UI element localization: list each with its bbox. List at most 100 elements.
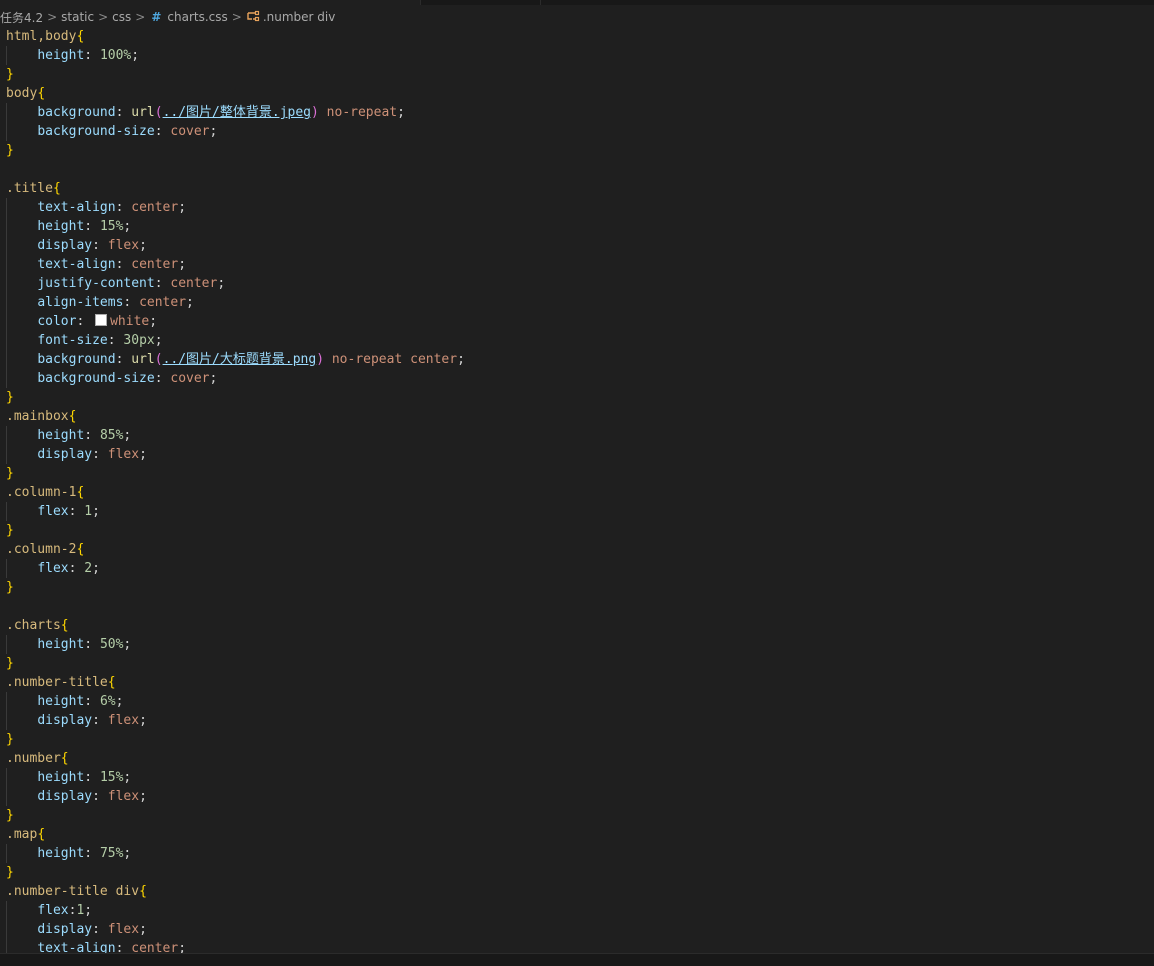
code-token: no-repeat xyxy=(331,352,403,367)
code-token: background-size xyxy=(37,124,155,139)
code-token: : xyxy=(92,447,108,462)
code-line[interactable]: flex: 2; xyxy=(6,559,100,578)
code-line[interactable]: .column-2{ xyxy=(6,540,84,559)
code-line[interactable]: body{ xyxy=(6,84,45,103)
code-token: ) xyxy=(311,105,319,120)
code-line[interactable]: height: 50%; xyxy=(6,635,131,654)
code-line[interactable]: } xyxy=(6,730,14,749)
color-swatch-icon[interactable] xyxy=(95,314,108,326)
code-line[interactable]: color: white; xyxy=(6,312,157,331)
active-tab[interactable] xyxy=(0,0,420,5)
code-token: ; xyxy=(92,504,100,519)
code-line[interactable]: font-size: 30px; xyxy=(6,331,162,350)
code-token: height xyxy=(37,694,85,709)
code-line[interactable]: display: flex; xyxy=(6,711,147,730)
code-line[interactable]: flex: 1; xyxy=(6,502,100,521)
code-token: url xyxy=(131,105,155,120)
code-line[interactable]: } xyxy=(6,654,14,673)
code-line[interactable]: align-items: center; xyxy=(6,293,194,312)
code-line[interactable]: } xyxy=(6,464,14,483)
code-token: height xyxy=(37,48,85,63)
code-token: : xyxy=(84,694,100,709)
code-line[interactable]: } xyxy=(6,578,14,597)
code-token: height xyxy=(37,846,85,861)
code-line[interactable]: background: url(../图片/整体背景.jpeg) no-repe… xyxy=(6,103,405,122)
breadcrumb-item-file[interactable]: charts.css xyxy=(167,10,227,24)
breadcrumb-item-selector[interactable]: .number div xyxy=(263,10,336,24)
code-line[interactable]: height: 85%; xyxy=(6,426,131,445)
code-token: ; xyxy=(149,314,158,329)
indent-guide xyxy=(6,46,7,65)
code-token: text-align xyxy=(37,257,116,272)
code-line[interactable]: justify-content: center; xyxy=(6,274,225,293)
code-line[interactable]: text-align: center; xyxy=(6,198,186,217)
code-line[interactable]: height: 15%; xyxy=(6,768,131,787)
code-token: : xyxy=(84,48,100,63)
code-line[interactable]: display: flex; xyxy=(6,920,147,939)
code-token: background xyxy=(37,105,116,120)
code-line[interactable]: height: 15%; xyxy=(6,217,131,236)
code-line[interactable]: .column-1{ xyxy=(6,483,84,502)
code-line[interactable]: display: flex; xyxy=(6,445,147,464)
code-line[interactable]: } xyxy=(6,863,14,882)
code-line[interactable]: .number-title div{ xyxy=(6,882,147,901)
code-token: background-size xyxy=(37,371,155,386)
code-token: .number-title div xyxy=(6,884,140,899)
code-line[interactable]: flex:1; xyxy=(6,901,92,920)
code-token: ; xyxy=(139,922,147,937)
code-line[interactable]: .map{ xyxy=(6,825,45,844)
code-line[interactable]: html,body{ xyxy=(6,27,84,46)
indent-guide xyxy=(6,844,7,863)
code-line[interactable]: height: 75%; xyxy=(6,844,131,863)
code-line[interactable]: height: 6%; xyxy=(6,692,123,711)
code-line[interactable]: .mainbox{ xyxy=(6,407,76,426)
breadcrumb-item-folder-task[interactable]: 任务4.2 xyxy=(0,9,43,26)
code-token: } xyxy=(6,656,14,671)
code-token: display xyxy=(37,447,93,462)
code-editor[interactable]: html,body{ height: 100%;} body{ backgroun… xyxy=(0,27,1154,958)
code-line[interactable]: background: url(../图片/大标题背景.png) no-repe… xyxy=(6,350,465,369)
code-line[interactable]: display: flex; xyxy=(6,236,147,255)
code-line[interactable]: .number-title{ xyxy=(6,673,116,692)
code-token: { xyxy=(107,675,116,690)
breadcrumb-item-static[interactable]: static xyxy=(61,10,94,24)
code-line[interactable]: } xyxy=(6,388,14,407)
code-line[interactable]: background-size: cover; xyxy=(6,122,217,141)
horizontal-scrollbar[interactable] xyxy=(0,953,1154,966)
code-line[interactable]: } xyxy=(6,65,14,84)
chevron-right-icon: > xyxy=(47,10,58,24)
code-line[interactable]: } xyxy=(6,141,14,160)
indent-guide xyxy=(6,198,7,388)
code-line[interactable]: display: flex; xyxy=(6,787,147,806)
code-token: flex xyxy=(37,504,69,519)
code-line[interactable]: } xyxy=(6,806,14,825)
code-token: .map xyxy=(6,827,38,842)
code-line[interactable]: background-size: cover; xyxy=(6,369,217,388)
code-token: : xyxy=(76,314,93,329)
code-token: align-items xyxy=(37,295,124,310)
code-token: ; xyxy=(123,428,132,443)
code-token: { xyxy=(76,29,85,44)
code-token: white xyxy=(110,314,150,329)
code-token: { xyxy=(52,181,61,196)
code-line[interactable]: .charts{ xyxy=(6,616,69,635)
code-line[interactable]: .title{ xyxy=(6,179,61,198)
code-token: ; xyxy=(115,694,124,709)
code-line[interactable]: .number{ xyxy=(6,749,69,768)
code-token: : xyxy=(154,276,171,291)
code-line[interactable]: } xyxy=(6,521,14,540)
editor-tab-strip xyxy=(0,0,1154,5)
code-token: flex xyxy=(107,713,140,728)
breadcrumb-item-css[interactable]: css xyxy=(112,10,131,24)
code-line[interactable]: height: 100%; xyxy=(6,46,139,65)
code-line[interactable]: text-align: center; xyxy=(6,255,186,274)
code-token: display xyxy=(37,922,93,937)
code-token: : xyxy=(92,713,108,728)
